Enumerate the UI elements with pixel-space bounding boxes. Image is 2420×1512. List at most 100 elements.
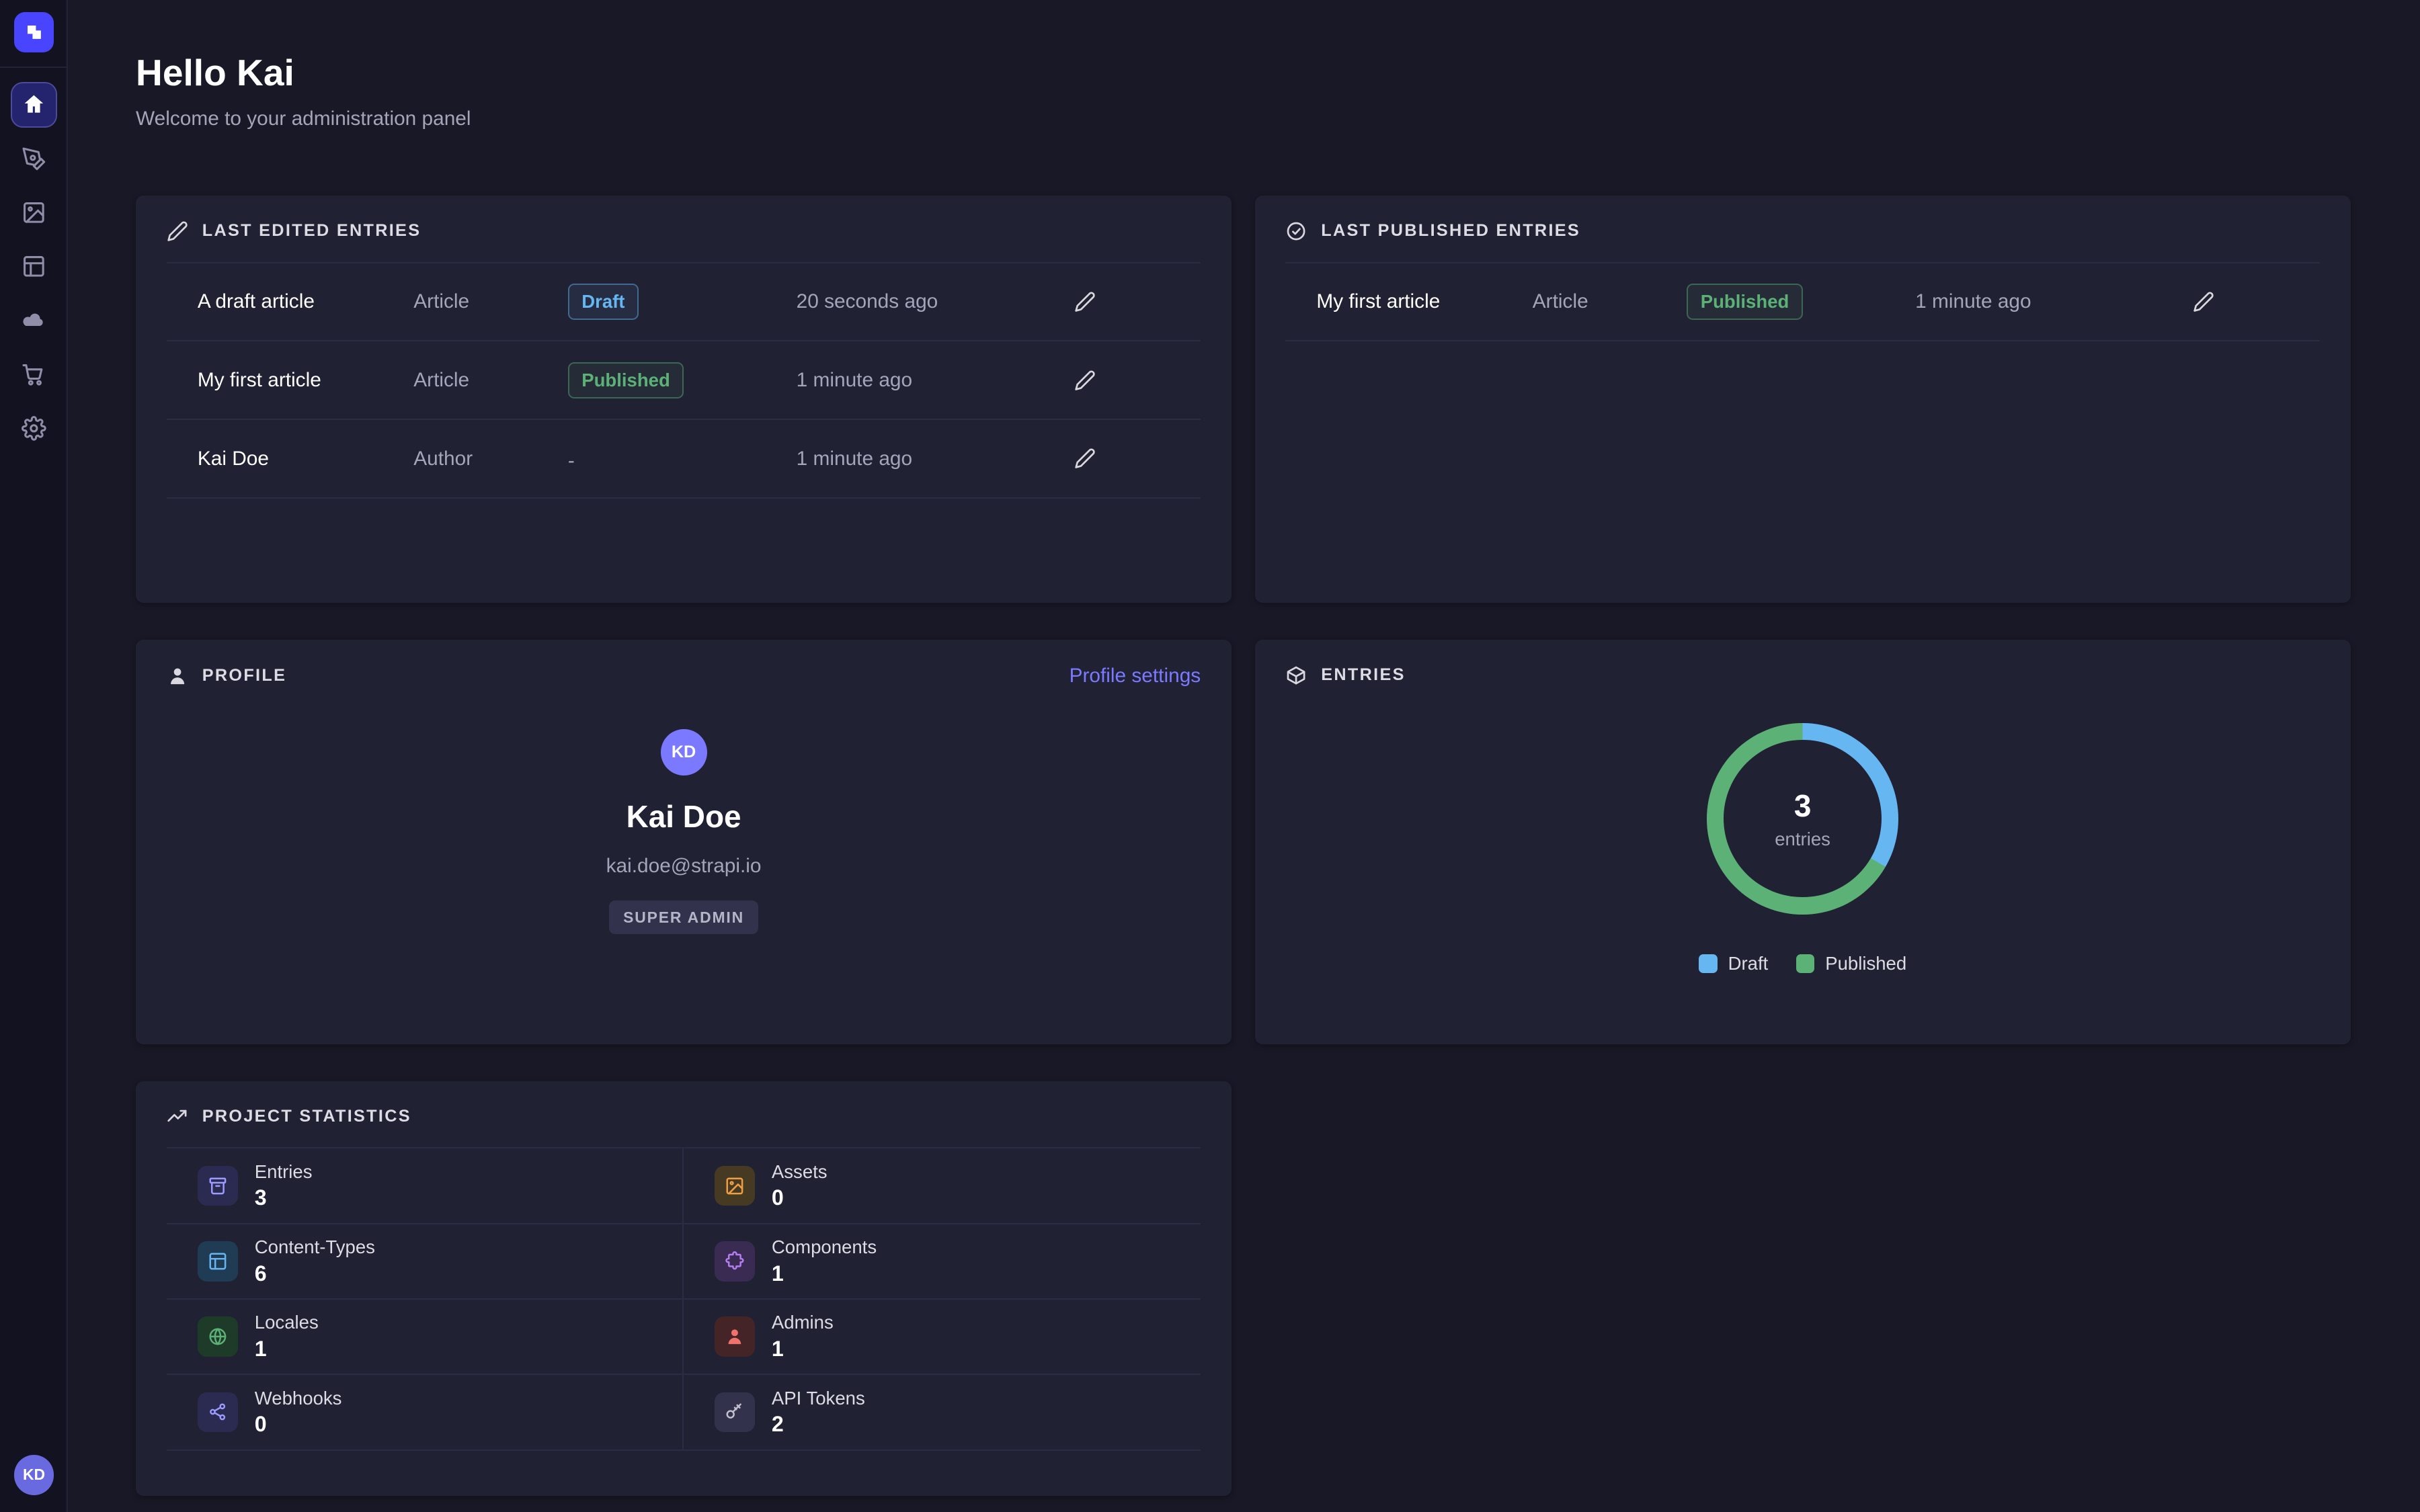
sidebar-item-marketplace[interactable]: [12, 353, 55, 396]
edit-entry-button[interactable]: [1062, 435, 1108, 482]
user-avatar[interactable]: KD: [14, 1455, 54, 1495]
legend-label: Draft: [1728, 953, 1769, 974]
stat-admins: Admins 1: [684, 1298, 1201, 1374]
strapi-logo[interactable]: [0, 0, 68, 68]
pencil-icon: [1074, 448, 1096, 469]
entries-body: 3 entries Draft Published: [1285, 686, 2319, 974]
cloud-icon: [22, 308, 46, 333]
role-badge: SUPER ADMIN: [609, 900, 758, 934]
sidebar-item-content-type-builder[interactable]: [12, 245, 55, 288]
table-row[interactable]: My first article Article Published 1 min…: [167, 340, 1201, 419]
stat-components: Components1: [684, 1223, 1201, 1298]
published-swatch: [1796, 954, 1815, 973]
stats-grid: Entries3 Assets0 Content-Types6 Componen…: [167, 1147, 1201, 1450]
media-library-image-icon: [22, 200, 46, 225]
entry-type: Article: [413, 290, 568, 313]
card-title: ENTRIES: [1321, 665, 1406, 685]
strapi-logo-mark: [14, 12, 54, 52]
edit-entry-button[interactable]: [1062, 279, 1108, 325]
page-header: Hello Kai Welcome to your administration…: [136, 51, 2351, 131]
entry-type: Article: [1533, 290, 1687, 313]
last-edited-table: A draft article Article Draft 20 seconds…: [167, 262, 1201, 499]
edit-entry-button[interactable]: [2181, 279, 2227, 325]
donut-center: 3 entries: [1707, 723, 1898, 915]
stat-value: 1: [772, 1337, 834, 1361]
entry-type: Author: [413, 448, 568, 470]
edit-entry-button[interactable]: [1062, 357, 1108, 403]
card-title: LAST EDITED ENTRIES: [202, 221, 421, 241]
profile-settings-link[interactable]: Profile settings: [1070, 665, 1201, 687]
stat-label: Admins: [772, 1312, 834, 1333]
stat-value: 0: [772, 1185, 828, 1210]
stat-assets: Assets0: [684, 1147, 1201, 1222]
sidebar-item-home[interactable]: [12, 83, 55, 126]
entry-time: 1 minute ago: [797, 448, 1062, 470]
person-icon: [167, 665, 188, 687]
locales-globe-icon: [208, 1327, 228, 1347]
entries-count-label: entries: [1775, 829, 1830, 850]
stat-entries: Entries3: [167, 1147, 684, 1222]
stat-locales: Locales1: [167, 1298, 684, 1374]
sidebar-item-content-manager[interactable]: [12, 137, 55, 180]
entry-time: 1 minute ago: [797, 369, 1062, 392]
entries-box-icon: [208, 1176, 228, 1196]
stat-value: 1: [772, 1261, 877, 1286]
status-badge: Published: [1687, 284, 1802, 320]
legend-label: Published: [1825, 953, 1906, 974]
table-row[interactable]: Kai Doe Author - 1 minute ago: [167, 419, 1201, 499]
entry-time: 20 seconds ago: [797, 290, 1062, 313]
stat-value: 2: [772, 1412, 865, 1437]
pencil-icon: [1074, 291, 1096, 312]
chart-legend: Draft Published: [1699, 953, 1906, 974]
sidebar-nav: [12, 83, 55, 450]
stat-label: Assets: [772, 1161, 828, 1183]
project-statistics-header: PROJECT STATISTICS: [167, 1105, 1201, 1127]
stat-label: Webhooks: [255, 1388, 342, 1409]
card-title: LAST PUBLISHED ENTRIES: [1321, 221, 1580, 241]
last-published-table: My first article Article Published 1 min…: [1285, 262, 2319, 342]
stat-label: Entries: [255, 1161, 313, 1183]
pencil-icon: [2193, 291, 2214, 312]
entry-name: Kai Doe: [198, 448, 413, 470]
sidebar-item-deploy[interactable]: [12, 299, 55, 342]
pencil-icon: [1074, 370, 1096, 391]
pencil-icon: [167, 220, 188, 242]
strapi-glyph: [24, 22, 44, 42]
profile-header: PROFILE Profile settings: [167, 665, 1201, 687]
legend-item-draft: Draft: [1699, 953, 1768, 974]
entry-name: My first article: [198, 369, 413, 392]
table-row[interactable]: A draft article Article Draft 20 seconds…: [167, 262, 1201, 341]
stat-api-tokens: API Tokens2: [684, 1374, 1201, 1450]
sidebar: KD: [0, 0, 68, 1512]
draft-swatch: [1699, 954, 1718, 973]
status-badge: Draft: [568, 284, 639, 320]
main-content: Hello Kai Welcome to your administration…: [68, 0, 2420, 1512]
components-puzzle-icon: [725, 1251, 745, 1271]
content-type-builder-layout-icon: [22, 254, 46, 279]
assets-image-icon: [725, 1176, 745, 1196]
sidebar-item-settings[interactable]: [12, 407, 55, 450]
legend-item-published: Published: [1796, 953, 1907, 974]
stat-webhooks: Webhooks 0: [167, 1374, 684, 1450]
stat-value: 6: [255, 1261, 375, 1286]
profile-name: Kai Doe: [627, 798, 741, 835]
status-empty: -: [568, 450, 575, 472]
sidebar-item-media-library[interactable]: [12, 191, 55, 234]
webhooks-share-icon: [208, 1402, 228, 1422]
api-tokens-key-icon: [725, 1402, 745, 1422]
card-title: PROFILE: [202, 666, 287, 685]
stat-value: 0: [255, 1412, 342, 1437]
app-root: KD Hello Kai Welcome to your administrat…: [0, 0, 2420, 1512]
home-icon: [22, 92, 46, 117]
content-manager-pen-icon: [22, 146, 46, 171]
stat-value: 3: [255, 1185, 313, 1210]
page-title: Hello Kai: [136, 51, 2351, 94]
table-row[interactable]: My first article Article Published 1 min…: [1285, 262, 2319, 342]
entries-donut: 3 entries: [1707, 723, 1898, 915]
dashboard-grid: LAST EDITED ENTRIES A draft article Arti…: [136, 196, 2351, 1496]
stat-label: Content-Types: [255, 1236, 375, 1258]
entry-type: Article: [413, 369, 568, 392]
page-subtitle: Welcome to your administration panel: [136, 108, 2351, 130]
stat-value: 1: [255, 1337, 319, 1361]
project-statistics-card: PROJECT STATISTICS Entries3 Assets0 Cont…: [136, 1081, 1232, 1497]
